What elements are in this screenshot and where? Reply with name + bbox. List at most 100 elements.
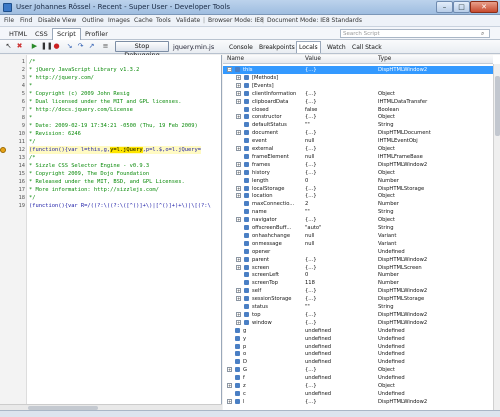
- locals-row[interactable]: event null IHTMLEventObj: [223, 137, 493, 145]
- source-line[interactable]: 13/*: [0, 154, 221, 162]
- locals-row[interactable]: frameElement null IHTMLFrameBase: [223, 153, 493, 161]
- minimize-button[interactable]: –: [436, 1, 453, 13]
- local-value[interactable]: {...}: [305, 287, 317, 295]
- locals-row[interactable]: + self {...} DispHTMLWindow2: [223, 287, 493, 295]
- menu-validate[interactable]: Validate: [176, 17, 200, 24]
- expand-icon[interactable]: +: [236, 264, 241, 270]
- local-value[interactable]: {...}: [305, 192, 317, 200]
- locals-row[interactable]: + constructor {...} Object: [223, 113, 493, 121]
- locals-row[interactable]: + frames {...} DispHTMLWindow2: [223, 161, 493, 169]
- local-value[interactable]: {...}: [305, 319, 317, 327]
- source-line[interactable]: 9 * Date: 2009-02-19 17:34:21 -0500 (Thu…: [0, 122, 221, 130]
- local-value[interactable]: {...}: [305, 90, 317, 98]
- local-value[interactable]: undefined: [305, 335, 331, 343]
- local-value[interactable]: null: [305, 137, 314, 145]
- local-value[interactable]: {...}: [305, 382, 317, 390]
- expand-icon[interactable]: +: [236, 146, 241, 151]
- source-line[interactable]: 6 * Dual licensed under the MIT and GPL …: [0, 98, 221, 106]
- local-value[interactable]: 0: [305, 271, 308, 279]
- expand-icon[interactable]: +: [227, 398, 232, 404]
- locals-row[interactable]: + G {...} Object: [223, 366, 493, 374]
- script-file-select[interactable]: jquery.min.js: [173, 43, 214, 51]
- step-out-icon[interactable]: ↗: [87, 42, 96, 51]
- local-value[interactable]: null: [305, 240, 314, 248]
- locals-row[interactable]: defaultStatus "" String: [223, 121, 493, 129]
- local-value[interactable]: {...}: [305, 185, 317, 193]
- locals-row[interactable]: y undefined Undefined: [223, 335, 493, 343]
- continue-icon[interactable]: ▶: [30, 42, 39, 51]
- local-value[interactable]: 0: [305, 177, 308, 185]
- menu-disable[interactable]: Disable: [38, 17, 60, 24]
- source-line[interactable]: 11 */: [0, 138, 221, 146]
- locals-row[interactable]: + top {...} DispHTMLWindow2: [223, 311, 493, 319]
- browser-mode-menu[interactable]: Browser Mode: IE8: [208, 17, 264, 24]
- stop-debugging-button[interactable]: Stop Debugging: [115, 41, 169, 59]
- source-line[interactable]: 10 * Revision: 6246: [0, 130, 221, 138]
- source-line[interactable]: 2 * jQuery JavaScript Library v1.3.2: [0, 66, 221, 74]
- local-value[interactable]: 118: [305, 279, 315, 287]
- local-value[interactable]: undefined: [305, 350, 331, 358]
- tab-profiler[interactable]: Profiler: [80, 28, 113, 40]
- local-value[interactable]: {...}: [305, 169, 317, 177]
- local-value[interactable]: {...}: [305, 145, 317, 153]
- expand-icon[interactable]: +: [236, 319, 241, 325]
- locals-row[interactable]: + [Events]: [223, 82, 493, 90]
- menu-outline[interactable]: Outline: [82, 17, 104, 24]
- locals-row[interactable]: + parent {...} DispHTMLWindow2: [223, 256, 493, 264]
- local-value[interactable]: {...}: [305, 311, 317, 319]
- local-value[interactable]: undefined: [305, 358, 331, 366]
- locals-row[interactable]: onhashchange null Variant: [223, 232, 493, 240]
- local-value[interactable]: {...}: [305, 129, 317, 137]
- column-header-name[interactable]: Name: [227, 56, 244, 62]
- step-over-icon[interactable]: ↷: [76, 42, 85, 51]
- locals-row[interactable]: maxConnectio... 2 Number: [223, 200, 493, 208]
- source-line[interactable]: 14 * Sizzle CSS Selector Engine - v0.9.3: [0, 162, 221, 170]
- local-value[interactable]: {...}: [305, 366, 317, 374]
- menu-find[interactable]: Find: [20, 17, 32, 24]
- source-line[interactable]: 12 (function(){var l=this,g,y=l.jQuery,p=…: [0, 146, 221, 154]
- local-value[interactable]: "": [305, 208, 310, 216]
- expand-icon[interactable]: +: [227, 367, 232, 373]
- step-into-icon[interactable]: ↘: [65, 42, 74, 51]
- local-value[interactable]: {...}: [305, 66, 317, 74]
- expand-icon[interactable]: +: [236, 98, 241, 104]
- local-value[interactable]: undefined: [305, 374, 331, 382]
- source-line[interactable]: 16 * Released under the MIT, BSD, and GP…: [0, 178, 221, 186]
- source-line[interactable]: 1 /*: [0, 58, 221, 66]
- close-button[interactable]: ✕: [470, 1, 498, 13]
- locals-row[interactable]: opener Undefined: [223, 248, 493, 256]
- local-value[interactable]: {...}: [305, 98, 317, 106]
- break-on-error-icon[interactable]: ●: [52, 42, 61, 51]
- tab-watch[interactable]: Watch: [325, 44, 348, 51]
- expand-icon[interactable]: +: [236, 114, 241, 120]
- local-value[interactable]: undefined: [305, 343, 331, 351]
- locals-row[interactable]: offscreenBuff... "auto" String: [223, 224, 493, 232]
- locals-row[interactable]: + navigator {...} Object: [223, 216, 493, 224]
- local-value[interactable]: 2: [305, 200, 308, 208]
- locals-row[interactable]: g undefined Undefined: [223, 327, 493, 335]
- locals-row[interactable]: f undefined Undefined: [223, 374, 493, 382]
- expand-icon[interactable]: +: [236, 82, 241, 88]
- source-line[interactable]: 4 *: [0, 82, 221, 90]
- local-value[interactable]: {...}: [305, 216, 317, 224]
- local-value[interactable]: {...}: [305, 398, 317, 406]
- source-line[interactable]: 15 * Copyright 2009, The Dojo Foundation: [0, 170, 221, 178]
- local-value[interactable]: {...}: [305, 161, 317, 169]
- expand-icon[interactable]: +: [236, 193, 241, 199]
- expand-icon[interactable]: +: [227, 383, 232, 388]
- document-mode-menu[interactable]: Document Mode: IE8 Standards: [267, 17, 362, 24]
- locals-row[interactable]: + l {...} DispHTMLWindow2: [223, 398, 493, 406]
- source-line[interactable]: 7 * http://docs.jquery.com/License: [0, 106, 221, 114]
- local-value[interactable]: {...}: [305, 113, 317, 121]
- local-value[interactable]: undefined: [305, 390, 331, 398]
- source-line[interactable]: 19 (function(){var R=/((?:\((?:\([^()]+\)…: [0, 202, 221, 210]
- locals-row[interactable]: + sessionStorage {...} DispHTMLStorage: [223, 295, 493, 303]
- source-line[interactable]: 5 * Copyright (c) 2009 John Resig: [0, 90, 221, 98]
- locals-row[interactable]: + clipboardData {...} IHTMLDataTransfer: [223, 98, 493, 106]
- tab-css[interactable]: CSS: [30, 28, 53, 40]
- locals-row[interactable]: + window {...} DispHTMLWindow2: [223, 319, 493, 327]
- expand-icon[interactable]: +: [236, 256, 241, 262]
- maximize-button[interactable]: □: [453, 1, 470, 13]
- locals-row[interactable]: + localStorage {...} DispHTMLStorage: [223, 185, 493, 193]
- locals-row[interactable]: + [Methods]: [223, 74, 493, 82]
